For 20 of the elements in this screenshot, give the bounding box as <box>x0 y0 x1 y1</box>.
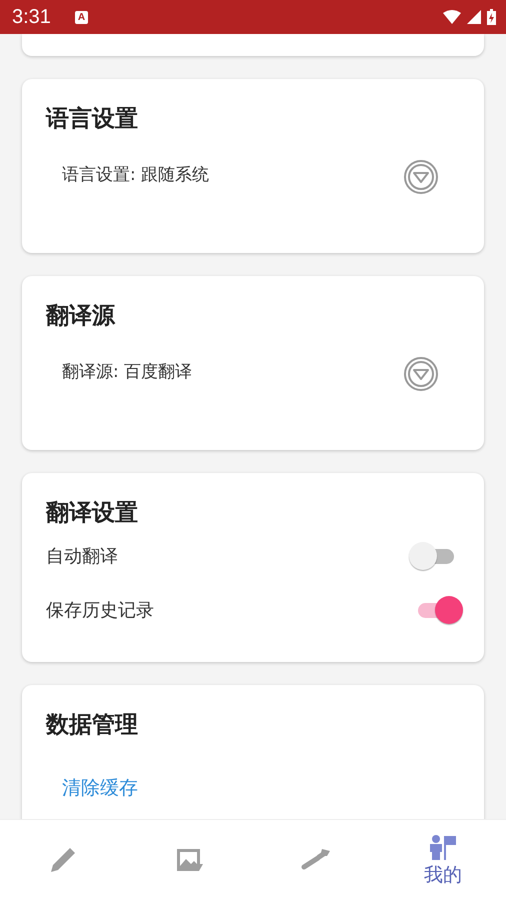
signal-icon <box>467 10 481 24</box>
toggle-switch[interactable] <box>408 541 456 571</box>
notification-icon: A <box>74 10 88 24</box>
nav-tab[interactable]: 我的 <box>380 820 506 900</box>
dropdown-value: 翻译源: 百度翻译 <box>62 361 192 383</box>
dropdown-value: 语言设置: 跟随系统 <box>62 164 210 186</box>
person-flag-icon <box>428 834 457 860</box>
toggle-switch[interactable] <box>416 595 464 625</box>
setting-label: 自动翻译 <box>46 545 118 568</box>
dropdown-icon[interactable] <box>403 159 439 195</box>
card-title: 语言设置 <box>46 105 139 134</box>
clear-cache-button[interactable]: 清除缓存 <box>62 775 138 801</box>
battery-icon <box>487 9 496 25</box>
card-title: 翻译设置 <box>46 499 139 528</box>
card-title: 翻译源 <box>46 302 116 331</box>
wifi-icon <box>443 10 461 24</box>
card-title: 数据管理 <box>46 711 139 740</box>
dropdown-icon[interactable] <box>403 356 439 392</box>
setting-label: 保存历史记录 <box>46 599 154 622</box>
clock: 3:31 <box>12 6 51 28</box>
